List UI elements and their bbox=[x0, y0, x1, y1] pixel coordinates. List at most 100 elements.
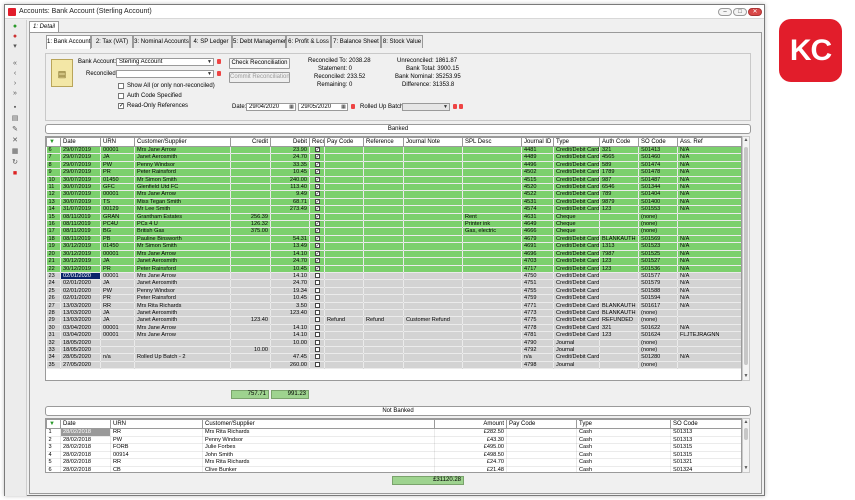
recon-checkbox[interactable] bbox=[309, 279, 325, 288]
recon-checkbox[interactable]: ✓ bbox=[309, 205, 325, 214]
recon-checkbox[interactable] bbox=[309, 302, 325, 310]
calendar-icon[interactable]: ▦ bbox=[288, 104, 295, 110]
table-row[interactable]: 4 28/02/2018 00914 John Smith £498.50 Cash S01… bbox=[46, 451, 741, 460]
table-row[interactable]: 1 28/02/2018 RR Mrs Rita Richards £282.50 Cas… bbox=[46, 428, 741, 437]
scroll-thumb[interactable] bbox=[744, 428, 748, 440]
read-only-checkbox[interactable]: ✓ bbox=[118, 103, 124, 109]
table-row[interactable]: 5 28/02/2018 RR Mrs Rita Richards £24.70 Cash… bbox=[46, 458, 741, 467]
recon-checkbox[interactable]: ✓ bbox=[309, 227, 325, 236]
date-from-input[interactable]: 29/04/2020 ▦ bbox=[246, 103, 296, 111]
exit-icon[interactable]: ■ bbox=[10, 170, 20, 178]
minimize-button[interactable]: – bbox=[718, 8, 732, 16]
reconciled-clear-icon[interactable] bbox=[217, 71, 221, 76]
scroll-up-icon[interactable]: ▲ bbox=[743, 137, 749, 144]
scroll-up-icon[interactable]: ▲ bbox=[743, 419, 749, 426]
recon-checkbox[interactable]: ✓ bbox=[309, 198, 325, 207]
table-row[interactable]: 22 30/12/2019 PR Peter Rainsford 10.45 ✓ 4717 C… bbox=[46, 265, 741, 273]
table-row[interactable]: 6 28/02/2018 CB Clive Bunker £21.48 Cash S0132… bbox=[46, 466, 741, 472]
column-header[interactable]: Customer/Supplier bbox=[202, 419, 435, 429]
column-header[interactable]: URN bbox=[100, 137, 135, 147]
refresh-icon[interactable]: ↻ bbox=[10, 159, 20, 167]
rolled-up-batch-select[interactable]: ▼ bbox=[402, 103, 450, 111]
recon-checkbox[interactable]: ✓ bbox=[309, 146, 325, 155]
maximize-button[interactable]: □ bbox=[733, 8, 747, 16]
column-header[interactable]: Type bbox=[553, 137, 600, 147]
recon-checkbox[interactable] bbox=[309, 272, 325, 281]
table-row[interactable]: 15 08/11/2019 GRAN Grantham Estates 256.39 ✓ R… bbox=[46, 213, 741, 222]
table-row[interactable]: 21 30/12/2019 JA Janet Aerosmith 24.70 ✓ 4703 C… bbox=[46, 257, 741, 266]
first-record-icon[interactable]: « bbox=[10, 60, 20, 68]
table-row[interactable]: 8 29/07/2019 PW Penny Windsor 33.35 ✓ 4496 Cred… bbox=[46, 161, 741, 170]
table-row[interactable]: 33 18/05/2020 10.00 4792 Journal (none) bbox=[46, 346, 741, 355]
column-header[interactable]: SO Code bbox=[670, 419, 741, 429]
close-button[interactable]: ✕ bbox=[748, 8, 762, 16]
table-row[interactable]: 6 29/07/2019 00001 Mrs Jane Arrow 23.90 ✓ 4481… bbox=[46, 146, 741, 155]
recon-checkbox[interactable]: ✓ bbox=[309, 265, 325, 273]
next-record-icon[interactable]: › bbox=[10, 80, 20, 88]
recon-checkbox[interactable]: ✓ bbox=[309, 161, 325, 170]
cancel-icon[interactable]: ✕ bbox=[10, 137, 20, 145]
date-to-input[interactable]: 29/05/2020 ▦ bbox=[298, 103, 348, 111]
column-header[interactable]: Credit bbox=[230, 137, 271, 147]
column-header[interactable]: Journal Note bbox=[403, 137, 463, 147]
filter-icon[interactable]: ▼ bbox=[46, 137, 61, 147]
table-row[interactable]: 2 28/02/2018 PW Penny Windsor £43.30 Cash S013… bbox=[46, 436, 741, 445]
table-row[interactable]: 14 31/07/2019 00129 Mr Lee Smith 273.49 ✓ 4574… bbox=[46, 205, 741, 214]
tab-bank-account[interactable]: 1: Bank Account bbox=[46, 35, 91, 49]
table-row[interactable]: 10 30/07/2019 01450 Mr Simon Smith 240.00 ✓ 45… bbox=[46, 176, 741, 185]
column-header[interactable]: SO Code bbox=[638, 137, 678, 147]
options-icon[interactable]: ▾ bbox=[10, 43, 20, 51]
check-reconciliation-button[interactable]: Check Reconciliation bbox=[229, 58, 290, 69]
table-row[interactable]: 12 30/07/2019 00001 Mrs Jane Arrow 9.49 ✓ 4522… bbox=[46, 190, 741, 199]
scroll-down-icon[interactable]: ▼ bbox=[743, 465, 749, 472]
column-header[interactable]: URN bbox=[110, 419, 203, 429]
tab-profit-loss[interactable]: 6: Profit & Loss bbox=[286, 35, 331, 48]
table-row[interactable]: 16 08/11/2019 PC4U PCs 4 U 126.32 ✓ Printer in… bbox=[46, 220, 741, 229]
recon-checkbox[interactable] bbox=[309, 316, 325, 325]
table-row[interactable]: 24 02/01/2020 JA Janet Aerosmith 24.70 4751 Cr… bbox=[46, 279, 741, 288]
recon-checkbox[interactable]: ✓ bbox=[309, 235, 325, 244]
column-header[interactable]: Ass. Ref bbox=[677, 137, 741, 147]
column-header[interactable]: Date bbox=[60, 419, 111, 429]
edit-icon[interactable]: ✎ bbox=[10, 126, 20, 134]
filter-icon[interactable]: ▼ bbox=[46, 419, 61, 429]
table-row[interactable]: 18 08/11/2019 PB Pauline Binsworth 54.31 ✓ 467… bbox=[46, 235, 741, 244]
recon-checkbox[interactable]: ✓ bbox=[309, 257, 325, 266]
recon-checkbox[interactable] bbox=[309, 309, 325, 318]
tab-tax-vat[interactable]: 2: Tax (VAT) bbox=[91, 35, 133, 48]
last-record-icon[interactable]: » bbox=[10, 90, 20, 98]
column-header[interactable]: Amount bbox=[434, 419, 507, 429]
table-row[interactable]: 31 03/04/2020 00001 Mrs Jane Arrow 14.10 4781… bbox=[46, 331, 741, 340]
table-row[interactable]: 17 08/11/2019 BG British Gas 375.00 ✓ Gas, ele… bbox=[46, 227, 741, 236]
add-icon[interactable]: ● bbox=[10, 23, 20, 31]
tab-detail[interactable]: 1: Detail bbox=[29, 21, 59, 32]
table-row[interactable]: 35 27/05/2020 260.00 4798 Journal (none) bbox=[46, 361, 741, 370]
recon-checkbox[interactable] bbox=[309, 287, 325, 296]
table-row[interactable]: 29 13/03/2020 JA Janet Aerosmith 123.40 Refun… bbox=[46, 316, 741, 325]
column-header[interactable]: Debit bbox=[270, 137, 310, 147]
recon-checkbox[interactable] bbox=[309, 339, 325, 347]
recon-checkbox[interactable]: ✓ bbox=[309, 183, 325, 192]
column-header[interactable]: Pay Code bbox=[506, 419, 577, 429]
recon-checkbox[interactable]: ✓ bbox=[309, 213, 325, 222]
column-header[interactable]: Customer/Supplier bbox=[134, 137, 231, 147]
previous-record-icon[interactable]: ‹ bbox=[10, 70, 20, 78]
bank-account-clear-icon[interactable] bbox=[217, 59, 221, 64]
calendar-icon[interactable]: ▦ bbox=[340, 104, 347, 110]
table-row[interactable]: 26 02/01/2020 PR Peter Rainsford 10.45 4759 Cr… bbox=[46, 294, 741, 303]
scroll-down-icon[interactable]: ▼ bbox=[743, 373, 749, 380]
reconciled-select[interactable]: ▼ bbox=[116, 70, 214, 78]
show-all-checkbox[interactable] bbox=[118, 83, 124, 89]
table-row[interactable]: 27 13/03/2020 RR Mrs Rita Richards 3.50 4771 C… bbox=[46, 302, 741, 310]
report-icon[interactable]: ▦ bbox=[10, 148, 20, 156]
recon-checkbox[interactable] bbox=[309, 361, 325, 370]
column-header[interactable]: Journal ID bbox=[521, 137, 554, 147]
column-header[interactable]: Pay Code bbox=[324, 137, 364, 147]
column-header[interactable]: Type bbox=[576, 419, 671, 429]
not-banked-scrollbar[interactable]: ▲ ▼ bbox=[742, 418, 750, 473]
recon-checkbox[interactable]: ✓ bbox=[309, 220, 325, 229]
column-header[interactable]: Auth Code bbox=[599, 137, 639, 147]
table-row[interactable]: 9 29/07/2019 PR Peter Rainsford 10.45 ✓ 4502 Cr… bbox=[46, 168, 741, 177]
table-row[interactable]: 25 02/01/2020 PW Penny Windsor 19.34 4755 Cred… bbox=[46, 287, 741, 296]
save-icon[interactable]: ▪ bbox=[10, 104, 20, 112]
